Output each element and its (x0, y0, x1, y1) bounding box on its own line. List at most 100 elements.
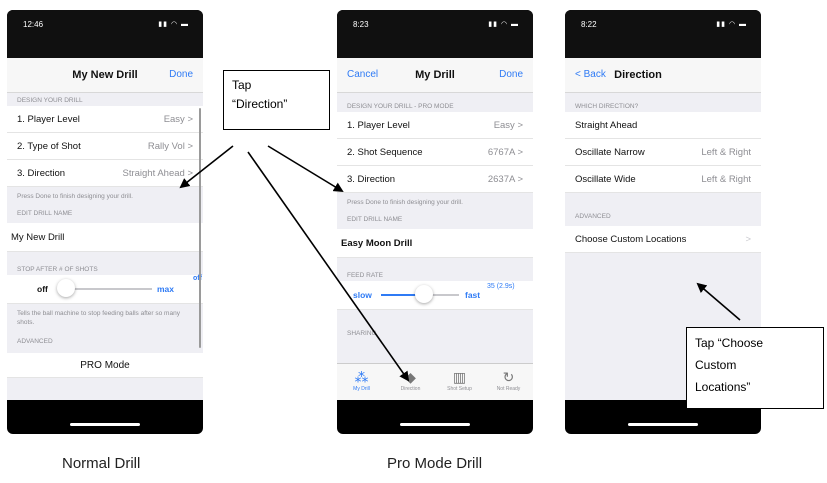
row-value: Easy > (493, 120, 523, 131)
status-bar: 8:22 ▮▮ ◠ ▬ (565, 10, 761, 58)
row-value: Easy > (163, 114, 193, 125)
section-header-which-direction: WHICH DIRECTION? (565, 99, 761, 112)
row-value: Straight Ahead > (122, 168, 193, 179)
done-note: Press Done to finish designing your dril… (347, 199, 463, 206)
callout-line: “Direction” (232, 97, 288, 111)
nav-title: Direction (614, 69, 662, 81)
row-value: Rally Vol > (147, 141, 193, 152)
option-label: Oscillate Wide (575, 174, 636, 185)
tab-label: My Drill (353, 386, 370, 392)
caption-pro-mode-drill: Pro Mode Drill (387, 455, 483, 472)
option-value: Left & Right (701, 174, 751, 185)
row-label: 1. Player Level (347, 120, 410, 131)
refresh-icon: ↻ (502, 369, 515, 385)
option-straight-ahead[interactable]: Straight Ahead (565, 112, 761, 139)
callout-line: Custom (695, 358, 737, 372)
slider-track (67, 288, 152, 290)
nav-bar: My New Drill Done (7, 58, 203, 93)
slider-min-label: off (37, 284, 48, 294)
callout-tap-custom-locations: Tap “Choose Custom Locations” (686, 327, 824, 409)
drill-name-value: Easy Moon Drill (341, 238, 413, 249)
tab-shot-setup[interactable]: ▥ Shot Setup (435, 364, 484, 400)
phone-pro-mode-drill: 8:23 ▮▮ ◠ ▬ Cancel My Drill Done DESIGN … (337, 10, 533, 434)
row-type-of-shot[interactable]: 2. Type of Shot Rally Vol > (7, 133, 203, 160)
option-label: Oscillate Narrow (575, 147, 645, 158)
section-header-name: EDIT DRILL NAME (7, 206, 203, 219)
section-header-stop: STOP AFTER # OF SHOTS (7, 262, 203, 275)
feed-rate-slider-row: slow fast 35 (2.9s) (337, 281, 533, 310)
stop-note: Tells the ball machine to stop feeding b… (17, 310, 180, 326)
callout-line: Locations” (695, 380, 751, 394)
screen: Cancel My Drill Done DESIGN YOUR DRILL -… (337, 58, 533, 400)
slider-knob[interactable] (57, 279, 75, 297)
sliders-icon: ▥ (452, 369, 467, 385)
row-player-level[interactable]: 1. Player Level Easy > (337, 112, 533, 139)
signal-wifi-battery-icon: ▮▮ ◠ ▬ (158, 21, 189, 28)
direction-icon: ◆ (405, 369, 416, 385)
signal-wifi-battery-icon: ▮▮ ◠ ▬ (716, 21, 747, 28)
status-time: 8:23 (353, 20, 369, 29)
home-indicator (628, 423, 698, 426)
row-label: 2. Type of Shot (17, 141, 81, 152)
row-label: 1. Player Level (17, 114, 80, 125)
slider-max-label: max (157, 284, 175, 294)
row-direction[interactable]: 3. Direction Straight Ahead > (7, 160, 203, 187)
tab-not-ready[interactable]: ↻ Not Ready (484, 364, 533, 400)
callout-tap-direction: Tap “Direction” (223, 70, 330, 130)
row-direction[interactable]: 3. Direction 2637A > (337, 166, 533, 193)
phone-normal-drill: 12:46 ▮▮ ◠ ▬ My New Drill Done DESIGN YO… (7, 10, 203, 434)
section-header-design: DESIGN YOUR DRILL - PRO MODE (337, 99, 533, 112)
status-bar: 8:23 ▮▮ ◠ ▬ (337, 10, 533, 58)
scroll-indicator (199, 108, 201, 348)
feed-fast-label: fast (465, 290, 481, 300)
row-shot-sequence[interactable]: 2. Shot Sequence 6767A > (337, 139, 533, 166)
section-header-feed-rate: FEED RATE (337, 268, 533, 281)
home-indicator (70, 423, 140, 426)
row-label: 3. Direction (17, 168, 66, 179)
callout-line: Tap (232, 78, 252, 92)
nav-bar: < Back Direction (565, 58, 761, 93)
feed-slow-label: slow (353, 290, 372, 300)
chevron-right-icon: > (745, 234, 751, 245)
status-bar: 12:46 ▮▮ ◠ ▬ (7, 10, 203, 58)
tab-label: Direction (400, 386, 421, 392)
section-header-sharing: SHARING (337, 326, 533, 339)
drill-name-field[interactable]: Easy Moon Drill (337, 229, 533, 258)
custom-locations-label: Choose Custom Locations (575, 234, 687, 245)
status-time: 8:22 (581, 20, 597, 29)
screen: My New Drill Done DESIGN YOUR DRILL 1. P… (7, 58, 203, 400)
drill-path-icon: ⁂ (354, 369, 369, 385)
section-header-name: EDIT DRILL NAME (337, 212, 533, 225)
callout-line: Tap “Choose (695, 336, 764, 350)
feed-slider-knob[interactable] (415, 285, 433, 303)
tab-direction[interactable]: ◆ Direction (386, 364, 435, 400)
pro-mode-label: PRO Mode (80, 360, 130, 371)
nav-bar: Cancel My Drill Done (337, 58, 533, 93)
option-label: Straight Ahead (575, 120, 638, 131)
drill-name-field[interactable]: My New Drill (7, 223, 203, 252)
caption-normal-drill: Normal Drill (62, 455, 141, 472)
section-header-advanced: ADVANCED (7, 334, 203, 347)
row-player-level[interactable]: 1. Player Level Easy > (7, 106, 203, 133)
row-label: 3. Direction (347, 174, 396, 185)
tab-label: Shot Setup (447, 386, 472, 392)
arrow-to-pro-direction (267, 145, 344, 193)
tab-bar: ⁂ My Drill ◆ Direction ▥ Shot Setup ↻ No… (337, 363, 533, 400)
done-button[interactable]: Done (499, 69, 523, 80)
tab-label: Not Ready (496, 386, 521, 392)
row-value: 6767A > (487, 147, 523, 158)
option-oscillate-wide[interactable]: Oscillate Wide Left & Right (565, 166, 761, 193)
section-header-design: DESIGN YOUR DRILL (7, 93, 203, 106)
row-label: 2. Shot Sequence (347, 147, 423, 158)
status-time: 12:46 (23, 20, 44, 29)
stop-slider-row: off max off (7, 275, 203, 304)
done-button[interactable]: Done (169, 69, 193, 80)
choose-custom-locations-row[interactable]: Choose Custom Locations > (565, 226, 761, 253)
done-note: Press Done to finish designing your dril… (17, 193, 133, 200)
option-oscillate-narrow[interactable]: Oscillate Narrow Left & Right (565, 139, 761, 166)
option-value: Left & Right (701, 147, 751, 158)
section-header-advanced: ADVANCED (565, 209, 761, 222)
signal-wifi-battery-icon: ▮▮ ◠ ▬ (488, 21, 519, 28)
tab-my-drill[interactable]: ⁂ My Drill (337, 364, 386, 400)
pro-mode-button[interactable]: PRO Mode (7, 353, 203, 378)
